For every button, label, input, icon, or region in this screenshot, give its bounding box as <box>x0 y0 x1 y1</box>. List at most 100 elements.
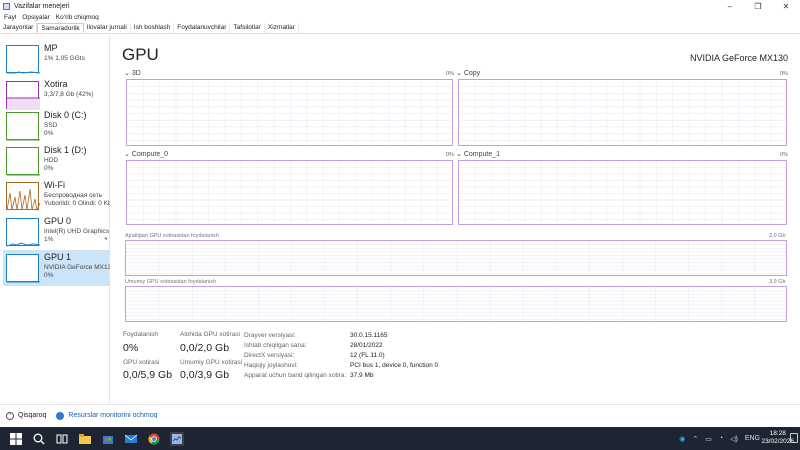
chrome-icon[interactable] <box>147 432 161 446</box>
driver-date-key: Ishlab chiqilgan sana: <box>244 342 307 349</box>
mail-icon[interactable] <box>124 432 138 446</box>
footer-bar: ⌃ Qisqaroq Resurslar monitorini ochmoq <box>0 404 800 426</box>
sidebar-item-detail: 1% <box>44 236 54 243</box>
tab-details[interactable]: Tafsilotlar <box>230 23 265 33</box>
search-icon[interactable] <box>32 432 46 446</box>
sidebar-item-detail: 0% <box>44 165 54 172</box>
shared-memory-label: Umumiy GPU xotirasidan foydalanish <box>125 279 217 285</box>
tab-processes[interactable]: Jarayonlar <box>0 23 38 33</box>
sidebar-item-detail: 3,3/7,8 Gb (42%) <box>44 91 94 98</box>
hardware-reserved-memory-value: 37,9 Mb <box>350 372 374 379</box>
task-manager-taskbar-icon[interactable] <box>170 431 184 446</box>
sidebar-item-detail: NVIDIA GeForce MX130 <box>44 264 110 271</box>
physical-location-value: PCI bus 1, device 0, function 0 <box>350 362 439 369</box>
language-indicator[interactable]: ENG <box>745 435 760 442</box>
shared-gpu-memory-value: 0,0/3,9 Gb <box>180 369 230 381</box>
engine-percent: 0% <box>780 152 788 158</box>
engine-percent: 0% <box>780 71 788 77</box>
gpu-memory-value: 0,0/5,9 Gb <box>123 369 173 381</box>
wifi-icon[interactable]: ◔ <box>719 435 723 442</box>
sidebar-item-disk-1[interactable]: Disk 1 (D:) HDD 0% <box>3 143 109 179</box>
chevron-down-icon: ⌄ <box>124 70 130 77</box>
maximize-button[interactable]: ❐ <box>744 0 772 12</box>
dedicated-gpu-memory-value: 0,0/2,0 Gb <box>180 342 230 354</box>
sidebar-item-detail: 0% <box>44 272 54 279</box>
resource-monitor-icon <box>56 411 65 420</box>
cpu-thumbnail-graph <box>6 45 40 74</box>
engine-selector-compute-1[interactable]: ⌄ Compute_1 <box>456 150 500 158</box>
disk-1-thumbnail-graph <box>6 147 40 176</box>
gpu-0-thumbnail-graph <box>6 218 40 247</box>
page-title: GPU <box>122 45 159 64</box>
network-icon[interactable]: ▭ <box>705 435 712 443</box>
chevron-down-icon: ⌄ <box>456 151 462 158</box>
menu-options[interactable]: Opsiyalar <box>22 14 49 21</box>
tab-app-history[interactable]: Ilovalar jurnali <box>84 23 131 33</box>
app-tray-icon[interactable]: ◉ <box>679 435 685 443</box>
engine-selector-compute-0[interactable]: ⌄ Compute_0 <box>124 150 168 158</box>
chevron-up-icon[interactable]: ⌃ <box>6 411 14 420</box>
sidebar-item-gpu-0[interactable]: GPU 0 Intel(R) UHD Graphics 1% <box>3 214 109 250</box>
memory-thumbnail-graph <box>6 81 40 110</box>
utilization-value: 0% <box>123 342 139 354</box>
sidebar-item-detail: Intel(R) UHD Graphics <box>44 228 110 235</box>
sidebar-item-label: Wi-Fi <box>44 180 65 190</box>
sidebar-item-cpu[interactable]: MP 1% 1,05 GGts <box>3 41 109 77</box>
store-icon[interactable] <box>101 432 115 446</box>
sidebar-item-disk-0[interactable]: Disk 0 (C:) SSD 0% <box>3 108 109 144</box>
driver-date-value: 28/01/2022 <box>350 342 383 349</box>
fewer-details-button[interactable]: Qisqaroq <box>18 412 46 419</box>
menu-view[interactable]: Ko‘rib chiqmoq <box>56 14 99 21</box>
chevron-up-icon[interactable]: ⌃ <box>692 435 698 443</box>
sidebar-item-detail: Yuborildi: 0 Olindi: 0 Kbit/s <box>44 200 110 207</box>
sidebar-item-label: Disk 1 (D:) <box>44 145 87 155</box>
menu-file[interactable]: Fayl <box>4 14 16 21</box>
window-title: Vazifalar menejeri <box>14 2 70 10</box>
tab-users[interactable]: Foydalanuvchilar <box>174 23 231 33</box>
dedicated-memory-max: 2,0 Gb <box>769 233 786 239</box>
engine-percent: 0% <box>446 152 454 158</box>
minimize-button[interactable]: – <box>716 0 744 12</box>
graph-3d <box>126 79 453 146</box>
window-controls: – ❐ ✕ <box>716 0 800 12</box>
chevron-down-icon: ⌄ <box>456 70 462 77</box>
graph-dedicated-memory <box>125 240 787 276</box>
sidebar-item-detail: HDD <box>44 157 59 164</box>
driver-version-key: Drayver versiyasi: <box>244 332 296 339</box>
tab-startup[interactable]: Ish boshlash <box>131 23 175 33</box>
sidebar-item-detail: SSD <box>44 122 58 129</box>
tab-performance[interactable]: Samaradorlik <box>37 23 84 33</box>
sidebar-item-wifi[interactable]: Wi-Fi Беспроводная сеть Yuborildi: 0 Oli… <box>3 178 110 214</box>
sidebar-scroll-arrow-icon[interactable]: ◂ <box>104 235 109 245</box>
sidebar-item-detail: 0% <box>44 130 54 137</box>
sidebar-item-detail: Беспроводная сеть <box>44 192 103 199</box>
graph-compute-1 <box>458 160 787 225</box>
engine-selector-copy[interactable]: ⌄ Copy <box>456 69 480 77</box>
notification-icon[interactable] <box>790 433 798 443</box>
utilization-label: Foydalanish <box>123 331 159 338</box>
shared-gpu-memory-label: Umumiy GPU xotirasi <box>180 359 243 366</box>
sidebar-item-label: GPU 1 <box>44 252 72 262</box>
sidebar-item-gpu-1[interactable]: GPU 1 NVIDIA GeForce MX130 0% <box>3 250 110 286</box>
tab-services[interactable]: Xizmatlar <box>265 23 299 33</box>
volume-icon[interactable]: ◁) <box>730 435 738 443</box>
dedicated-gpu-memory-label: Alohida GPU xotirasi <box>180 331 240 338</box>
task-view-icon[interactable] <box>55 432 69 446</box>
chevron-down-icon: ⌄ <box>124 151 130 158</box>
hardware-reserved-memory-key: Apparat uchun band qilingan xotira: <box>244 372 347 379</box>
engine-label: Compute_1 <box>463 151 501 158</box>
sidebar-item-label: Disk 0 (C:) <box>44 110 87 120</box>
file-explorer-icon[interactable] <box>78 432 92 446</box>
windows-start-icon[interactable] <box>9 432 23 446</box>
engine-label: Compute_0 <box>131 151 169 158</box>
sidebar-item-label: Xotira <box>44 79 68 89</box>
windows-taskbar: ◉ ⌃ ▭ ◔ ◁) ENG 18:28 23/02/2026 <box>0 427 800 450</box>
open-resource-monitor-link[interactable]: Resurslar monitorini ochmoq <box>68 412 157 419</box>
engine-selector-3d[interactable]: ⌄ 3D <box>124 69 141 77</box>
engine-label: Copy <box>463 70 481 77</box>
tab-bar: Jarayonlar Samaradorlik Ilovalar jurnali… <box>0 23 800 34</box>
close-button[interactable]: ✕ <box>772 0 800 12</box>
physical-location-key: Haqiqiy joylashuvi: <box>244 362 298 369</box>
sidebar-item-label: GPU 0 <box>44 216 72 226</box>
disk-0-thumbnail-graph <box>6 112 40 141</box>
